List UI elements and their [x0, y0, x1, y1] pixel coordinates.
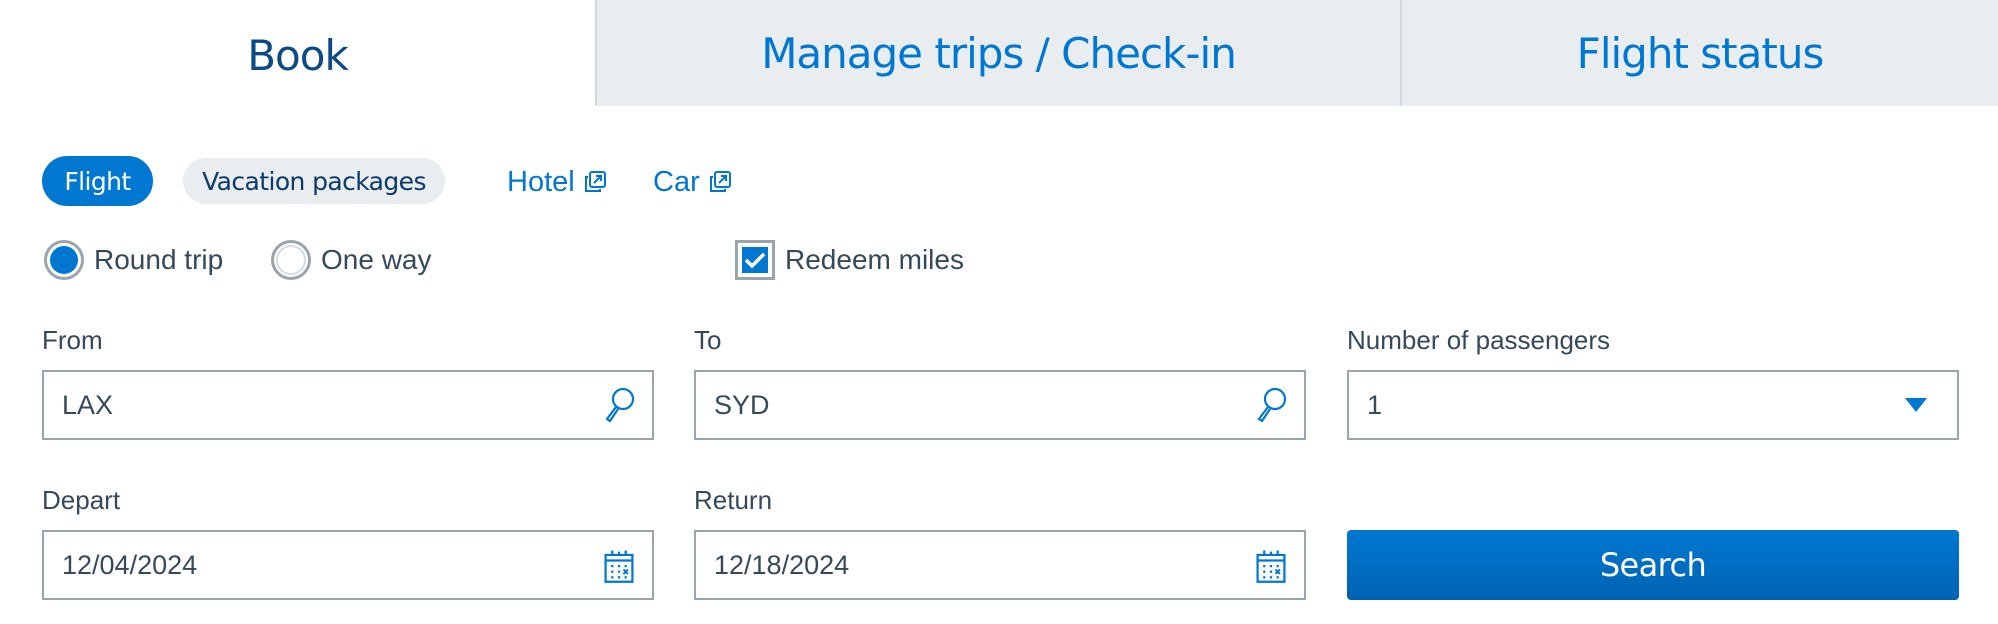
checkbox-checked-icon [735, 240, 775, 280]
to-input[interactable]: SYD [694, 370, 1306, 440]
hotel-link[interactable]: Hotel [507, 162, 607, 202]
search-button-label: Search [1599, 546, 1707, 584]
calendar-icon[interactable] [1254, 546, 1288, 584]
one-way-label: One way [321, 244, 432, 275]
car-link-label: Car [653, 165, 700, 198]
passengers-select[interactable]: 1 [1347, 370, 1959, 440]
main-tabs: Book Manage trips / Check-in Flight stat… [0, 0, 1998, 110]
passengers-label: Number of passengers [1347, 325, 1611, 355]
car-link[interactable]: Car [653, 162, 732, 202]
tab-book[interactable]: Book [0, 0, 595, 110]
round-trip-label: Round trip [94, 244, 224, 275]
hotel-link-label: Hotel [507, 165, 575, 198]
search-button[interactable]: Search [1347, 530, 1959, 600]
depart-label: Depart [42, 485, 121, 515]
to-value: SYD [714, 389, 770, 420]
to-label: To [694, 325, 722, 355]
vacation-packages-pill[interactable]: Vacation packages [183, 158, 445, 204]
vacation-packages-pill-label: Vacation packages [202, 166, 426, 196]
radio-unselected-icon [271, 240, 311, 280]
tab-flight-status[interactable]: Flight status [1400, 0, 1998, 106]
tab-manage-trips-label: Manage trips / Check-in [761, 28, 1237, 78]
tab-manage-trips[interactable]: Manage trips / Check-in [595, 0, 1400, 106]
tab-book-label: Book [247, 30, 349, 80]
from-label: From [42, 325, 103, 355]
flight-pill-label: Flight [64, 166, 131, 196]
checkmark-icon [744, 252, 766, 269]
redeem-miles-checkbox[interactable]: Redeem miles [735, 240, 964, 280]
return-label: Return [694, 485, 773, 515]
tab-flight-status-label: Flight status [1576, 28, 1825, 78]
radio-selected-icon [44, 240, 84, 280]
search-icon[interactable] [602, 386, 636, 424]
return-value: 12/18/2024 [714, 549, 850, 580]
calendar-icon[interactable] [602, 546, 636, 584]
depart-date-input[interactable]: 12/04/2024 [42, 530, 654, 600]
round-trip-radio[interactable]: Round trip [44, 240, 223, 280]
from-input[interactable]: LAX [42, 370, 654, 440]
one-way-radio[interactable]: One way [271, 240, 432, 280]
passengers-value: 1 [1367, 389, 1383, 420]
flight-pill[interactable]: Flight [42, 156, 153, 206]
chevron-down-icon [1905, 398, 1927, 412]
from-value: LAX [62, 389, 114, 420]
external-link-icon [584, 171, 606, 192]
search-icon[interactable] [1254, 386, 1288, 424]
depart-value: 12/04/2024 [62, 549, 198, 580]
redeem-miles-label: Redeem miles [785, 244, 964, 275]
return-date-input[interactable]: 12/18/2024 [694, 530, 1306, 600]
external-link-icon [709, 171, 731, 192]
